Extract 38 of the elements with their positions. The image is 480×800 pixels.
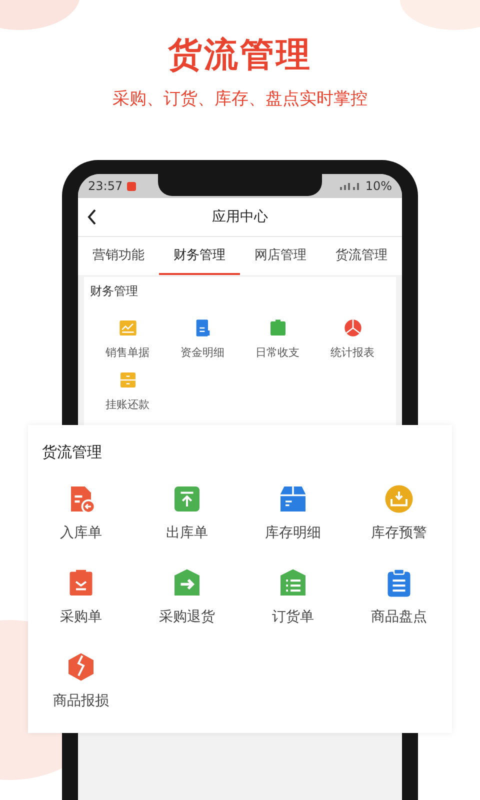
function-label[interactable]: 商品报损	[53, 692, 109, 710]
arrow-icon[interactable]	[172, 568, 202, 598]
promo-subtitle: 采购、订货、库存、盘点实时掌控	[112, 88, 368, 110]
pie-chart-icon[interactable]	[342, 318, 362, 338]
function-label[interactable]: 采购退货	[159, 608, 215, 626]
page-title: 应用中心	[212, 208, 268, 226]
section-title: 财务管理	[90, 283, 139, 300]
function-label[interactable]: 库存预警	[371, 524, 427, 542]
tray-icon[interactable]	[384, 484, 414, 514]
card-title: 货流管理	[41, 443, 103, 462]
tab[interactable]: 网店管理	[240, 237, 321, 275]
drawer-icon[interactable]	[118, 370, 138, 390]
back-icon[interactable]	[86, 209, 98, 225]
function-label[interactable]: 日常收支	[256, 345, 300, 360]
function-label[interactable]: 商品盘点	[371, 608, 427, 626]
function-label[interactable]: 出库单	[166, 524, 208, 542]
tab[interactable]: 货流管理	[321, 237, 402, 275]
box-icon[interactable]	[278, 484, 308, 514]
function-label[interactable]: 资金明细	[180, 345, 224, 360]
broken-box-icon[interactable]	[66, 652, 96, 682]
tab[interactable]: 营销功能	[78, 237, 159, 275]
list-icon[interactable]	[278, 568, 308, 598]
function-label[interactable]: 采购单	[60, 608, 102, 626]
status-time: 23:57	[88, 179, 123, 193]
function-label[interactable]: 销售单据	[106, 345, 150, 360]
function-label[interactable]: 订货单	[272, 608, 314, 626]
promo-title: 货流管理	[168, 34, 312, 76]
function-label[interactable]: 库存明细	[265, 524, 321, 542]
function-label[interactable]: 入库单	[60, 524, 102, 542]
function-label[interactable]: 统计报表	[330, 345, 374, 360]
chart-icon[interactable]	[118, 318, 138, 338]
notification-icon	[126, 182, 136, 190]
tab[interactable]: 财务管理	[159, 237, 240, 275]
wallet-icon[interactable]	[268, 318, 288, 338]
battery-level: 10%	[365, 179, 392, 193]
upload-icon[interactable]	[172, 484, 202, 514]
function-label[interactable]: 挂账还款	[106, 397, 150, 412]
signal-icon	[339, 181, 362, 191]
